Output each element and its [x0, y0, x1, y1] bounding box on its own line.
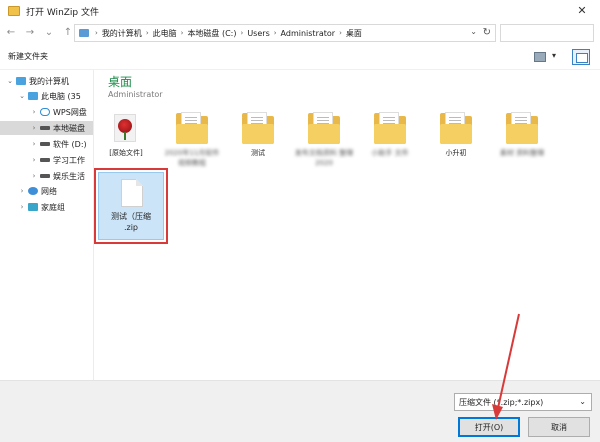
- chevron-right-icon[interactable]: ›: [18, 187, 26, 195]
- file-label: 小升初: [445, 149, 467, 157]
- folder-tile[interactable]: 2020年11月软件视频教程: [162, 112, 222, 178]
- highlight-box: [94, 168, 168, 244]
- chevron-right-icon[interactable]: ›: [30, 156, 38, 164]
- crumb-local-disk[interactable]: 本地磁盘 (C:): [187, 28, 236, 39]
- file-label: 2020年11月软件视频教程: [164, 149, 220, 167]
- chevron-down-icon: ⌄: [579, 397, 586, 406]
- search-input[interactable]: [500, 24, 594, 42]
- cloud-icon: [40, 108, 50, 116]
- nav-item-label: WPS网盘: [53, 107, 87, 117]
- folder-tile[interactable]: 素材 资料整理: [492, 112, 552, 178]
- image-file-icon: [114, 114, 136, 142]
- file-type-value: 压缩文件 (*.zip;*.zipx): [459, 397, 544, 407]
- file-label: 测试: [251, 149, 265, 157]
- back-arrow-icon[interactable]: ←: [3, 25, 19, 41]
- nav-item-this-pc[interactable]: ⌄ 此电脑 (35: [18, 89, 81, 103]
- chevron-right-icon[interactable]: ›: [30, 172, 38, 180]
- view-options-icon[interactable]: [534, 52, 546, 62]
- crumb-separator: ›: [95, 29, 98, 37]
- disk-icon: [40, 126, 50, 130]
- chevron-down-icon[interactable]: ⌄: [6, 77, 14, 85]
- pc-icon: [28, 92, 38, 100]
- dialog-footer: 压缩文件 (*.zip;*.zipx) ⌄ 打开(O) 取消: [0, 380, 600, 442]
- close-button[interactable]: ✕: [570, 3, 594, 19]
- new-folder-button[interactable]: 新建文件夹: [8, 51, 48, 62]
- nav-item-local-disk[interactable]: › 本地磁盘: [0, 121, 93, 135]
- nav-item-label: 软件 (D:): [53, 139, 87, 149]
- crumb-my-computer[interactable]: 我的计算机: [102, 28, 142, 39]
- nav-item-wps-cloud[interactable]: › WPS网盘: [30, 105, 87, 119]
- crumb-this-pc[interactable]: 此电脑: [153, 28, 177, 39]
- open-button[interactable]: 打开(O): [458, 417, 520, 437]
- nav-item-label: 网络: [41, 186, 57, 196]
- crumb-separator: ›: [240, 29, 244, 37]
- homegroup-icon: [28, 203, 38, 211]
- nav-item-software-d[interactable]: › 软件 (D:): [30, 137, 87, 151]
- crumb-desktop[interactable]: 桌面: [346, 28, 362, 39]
- toolbar: 新建文件夹 ▾: [0, 44, 600, 70]
- folder-tile[interactable]: 发布文档资料 整理 2020: [294, 112, 354, 178]
- winzip-app-icon: [8, 6, 20, 16]
- nav-item-label: 学习工作: [53, 155, 85, 165]
- address-row: ← → ⌄ ↑ › 我的计算机 › 此电脑 › 本地磁盘 (C:) › User…: [0, 22, 600, 44]
- folder-subtitle: Administrator: [108, 90, 163, 99]
- folder-icon: [440, 112, 472, 144]
- chevron-right-icon[interactable]: ›: [18, 203, 26, 211]
- folder-tile-xiaoshengchu[interactable]: 小升初: [426, 112, 486, 178]
- nav-item-homegroup[interactable]: › 家庭组: [18, 200, 65, 214]
- disk-icon: [40, 174, 50, 178]
- file-type-select[interactable]: 压缩文件 (*.zip;*.zipx) ⌄: [454, 393, 592, 411]
- crumb-separator: ›: [339, 29, 342, 37]
- crumb-separator: ›: [180, 29, 184, 37]
- chevron-right-icon[interactable]: ›: [30, 124, 38, 132]
- refresh-icon[interactable]: ↻: [483, 27, 491, 38]
- nav-item-label: 娱乐生活: [53, 171, 85, 181]
- folder-tile-test[interactable]: 测试: [228, 112, 288, 178]
- nav-item-my-computer[interactable]: ⌄ 我的计算机: [6, 74, 69, 88]
- nav-item-label: 家庭组: [41, 202, 65, 212]
- file-label: 素材 资料整理: [499, 149, 545, 157]
- folder-icon: [308, 112, 340, 144]
- forward-arrow-icon[interactable]: →: [22, 25, 38, 41]
- title-bar: 打开 WinZip 文件 ✕: [0, 0, 600, 22]
- window-title: 打开 WinZip 文件: [26, 7, 100, 18]
- address-dropdown-icon[interactable]: ⌄: [470, 27, 477, 36]
- chevron-right-icon[interactable]: ›: [30, 140, 38, 148]
- network-icon: [28, 187, 38, 195]
- view-dropdown-icon[interactable]: ▾: [552, 51, 556, 60]
- cancel-button[interactable]: 取消: [528, 417, 590, 437]
- crumb-administrator[interactable]: Administrator: [281, 29, 336, 38]
- chevron-right-icon[interactable]: ›: [30, 108, 38, 116]
- preview-pane-button[interactable]: [572, 49, 590, 65]
- file-label: [原始文件]: [109, 149, 143, 157]
- folder-icon: [176, 112, 208, 144]
- file-label: 发布文档资料 整理 2020: [294, 149, 354, 167]
- nav-item-entertainment[interactable]: › 娱乐生活: [30, 169, 85, 183]
- disk-icon: [40, 142, 50, 146]
- folder-tile[interactable]: 小助手 文件: [360, 112, 420, 178]
- crumb-separator: ›: [145, 29, 149, 37]
- nav-item-network[interactable]: › 网络: [18, 184, 57, 198]
- folder-icon: [374, 112, 406, 144]
- nav-item-label: 我的计算机: [29, 76, 69, 86]
- folder-icon: [79, 29, 89, 37]
- folder-icon: [242, 112, 274, 144]
- pc-icon: [16, 77, 26, 85]
- navigation-pane[interactable]: ⌄ 我的计算机 ⌄ 此电脑 (35 › WPS网盘 › 本地磁盘 › 软件 (D…: [0, 70, 94, 380]
- folder-title: 桌面: [108, 75, 133, 89]
- chevron-down-icon[interactable]: ⌄: [18, 92, 26, 100]
- file-list[interactable]: 桌面 Administrator [原始文件] 2020年11月软件视频教程 测…: [94, 70, 600, 380]
- address-bar[interactable]: › 我的计算机 › 此电脑 › 本地磁盘 (C:) › Users › Admi…: [74, 24, 496, 42]
- disk-icon: [40, 158, 50, 162]
- nav-item-study-work[interactable]: › 学习工作: [30, 153, 85, 167]
- crumb-separator: ›: [273, 29, 277, 37]
- nav-item-label: 本地磁盘: [53, 123, 85, 133]
- recent-locations-icon[interactable]: ⌄: [41, 25, 57, 41]
- nav-item-label: 此电脑 (35: [41, 91, 81, 101]
- file-label: 小助手 文件: [371, 149, 409, 157]
- crumb-users[interactable]: Users: [247, 29, 269, 38]
- folder-icon: [506, 112, 538, 144]
